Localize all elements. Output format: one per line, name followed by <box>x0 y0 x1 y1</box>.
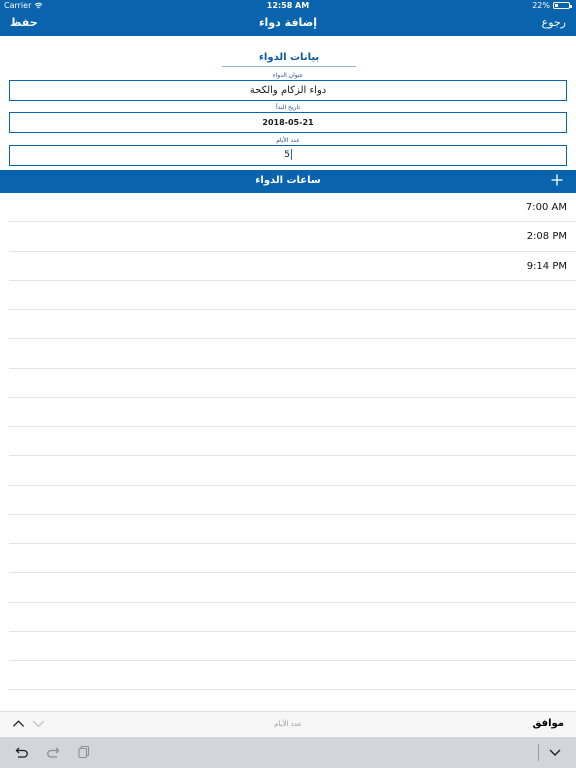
medicine-time-value: 2:08 PM <box>526 231 567 243</box>
status-right: 22% <box>532 1 572 10</box>
table-row[interactable] <box>9 427 576 457</box>
table-row[interactable]: 2:08 PM <box>9 222 576 252</box>
table-row[interactable] <box>9 573 576 603</box>
medicine-time-value: 9:14 PM <box>526 260 567 272</box>
accessory-field-hint: عدد الأيام <box>274 720 302 728</box>
table-row[interactable] <box>9 369 576 398</box>
paste-icon[interactable] <box>77 745 91 759</box>
keyboard-accessory-bar: عدد الأيام موافق <box>0 711 576 737</box>
table-row[interactable] <box>9 661 576 691</box>
keyboard-shortcut-bar <box>0 737 576 768</box>
table-row[interactable]: 9:14 PM <box>9 252 576 281</box>
done-button[interactable]: موافق <box>533 718 564 729</box>
medicine-name-label: عنوان الدواء <box>272 72 304 79</box>
table-row[interactable] <box>9 486 576 515</box>
undo-icon[interactable] <box>15 745 29 759</box>
table-row[interactable] <box>9 603 576 632</box>
dismiss-keyboard-icon[interactable] <box>548 745 562 759</box>
medicine-data-heading: بيانات الدواء <box>222 52 356 67</box>
status-bar: Carrier 12:58 AM 22% <box>0 0 576 12</box>
shortcut-separator <box>538 744 539 761</box>
table-row[interactable] <box>9 310 576 340</box>
days-count-field[interactable]: 5 <box>9 145 567 166</box>
medicine-name-field[interactable]: دواء الزكام والكحة <box>9 80 567 101</box>
medicine-name-value: دواء الزكام والكحة <box>249 85 327 96</box>
battery-percent: 22% <box>532 1 550 10</box>
table-row[interactable] <box>9 544 576 574</box>
table-row[interactable] <box>9 281 576 310</box>
redo-icon[interactable] <box>46 745 60 759</box>
medicine-times-table: 7:00 AM 2:08 PM 9:14 PM <box>0 193 576 720</box>
start-date-value: 2018-05-21 <box>262 118 314 127</box>
table-row[interactable] <box>9 456 576 486</box>
medicine-hours-header: ساعات الدواء <box>0 170 576 193</box>
table-row[interactable] <box>9 515 576 544</box>
days-count-label: عدد الأيام <box>276 137 300 144</box>
navigation-bar: حفظ إضافة دواء رجوع <box>0 12 576 36</box>
text-cursor <box>290 149 292 160</box>
save-button[interactable]: حفظ <box>10 16 38 29</box>
start-date-field[interactable]: 2018-05-21 <box>9 112 567 133</box>
medicine-hours-title: ساعات الدواء <box>255 175 321 186</box>
table-row[interactable]: 7:00 AM <box>9 193 576 223</box>
page-title: إضافة دواء <box>258 16 318 29</box>
days-count-value: 5 <box>284 150 290 160</box>
table-row[interactable] <box>9 398 576 427</box>
battery-icon <box>553 2 572 9</box>
medicine-time-value: 7:00 AM <box>525 202 567 213</box>
table-row[interactable] <box>9 339 576 369</box>
start-date-label: تاريخ البدأ <box>276 104 300 111</box>
status-time: 12:58 AM <box>266 1 310 10</box>
table-row[interactable] <box>9 632 576 661</box>
back-button[interactable]: رجوع <box>542 16 566 29</box>
